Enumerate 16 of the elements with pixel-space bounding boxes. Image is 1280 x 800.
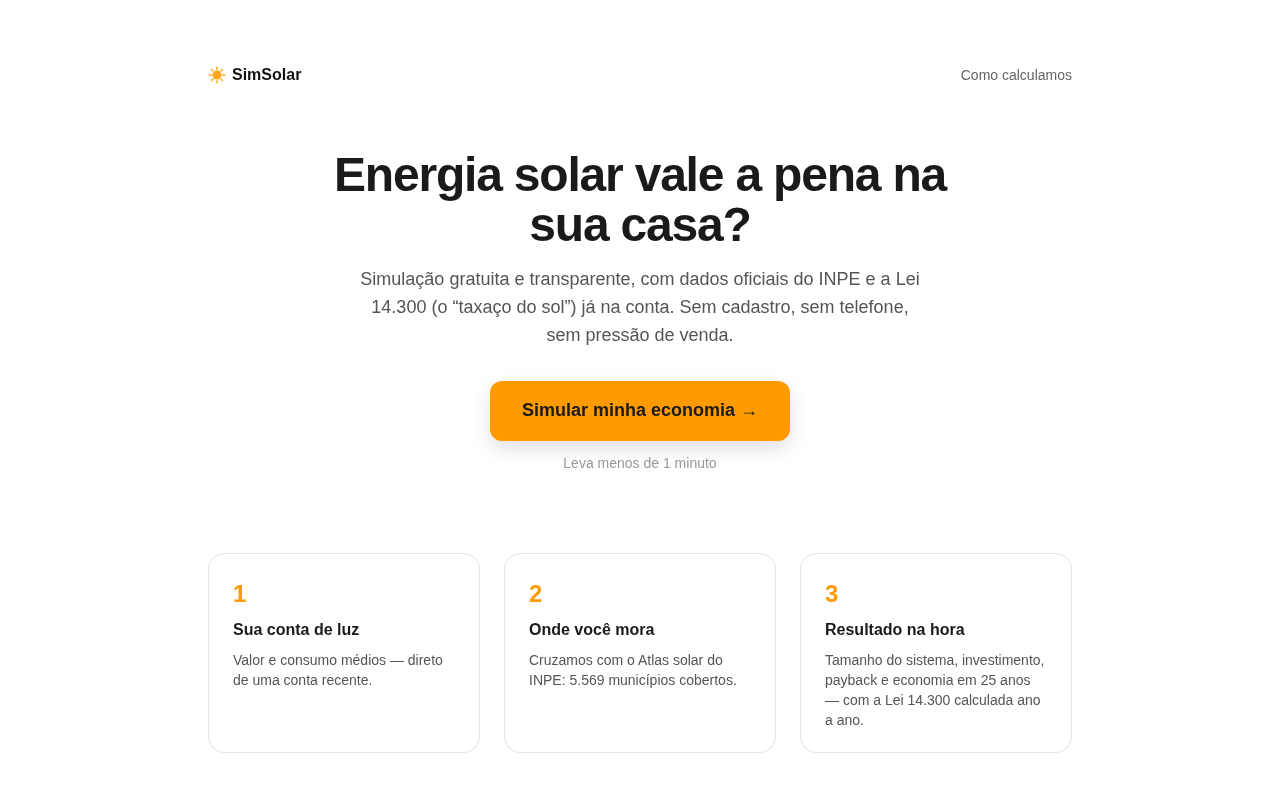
sun-icon bbox=[208, 66, 226, 84]
cta-note: Leva menos de 1 minuto bbox=[563, 453, 717, 473]
step-number: 2 bbox=[529, 578, 544, 609]
simulate-button[interactable]: Simular minha economia → bbox=[490, 380, 790, 441]
step-description: Valor e consumo médios — direto de uma conta recente. bbox=[233, 650, 444, 690]
hero-subtitle: Simulação gratuita e transparente, com dados oficiais do INPE e a Lei 14.300 (o “taxaço do sol”) já na conta. Sem cadastro, sem telefone, sem pressão de venda. bbox=[359, 267, 921, 347]
hero-title: Energia solar vale a pena na sua casa? bbox=[332, 150, 948, 251]
step-title: Onde você mora bbox=[529, 619, 656, 640]
step-title: Sua conta de luz bbox=[233, 619, 361, 640]
step-number: 3 bbox=[825, 578, 840, 609]
step-title: Resultado na hora bbox=[825, 619, 966, 640]
step-description: Tamanho do sistema, investimento, payback e economia em 25 anos — com a Lei 14.300 calculada ano a ano. bbox=[825, 650, 1046, 730]
logo-text: SimSolar bbox=[232, 65, 302, 85]
step-number: 1 bbox=[233, 578, 248, 609]
step-description: Cruzamos com o Atlas solar do INPE: 5.569 municípios cobertos. bbox=[529, 650, 738, 690]
nav-link[interactable]: Como calculamos bbox=[960, 64, 1072, 86]
